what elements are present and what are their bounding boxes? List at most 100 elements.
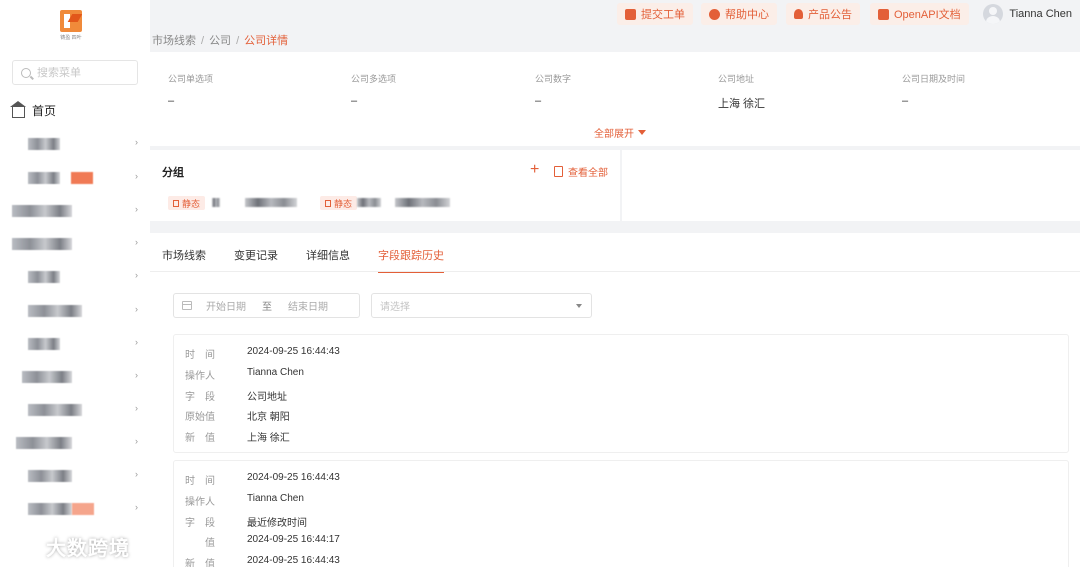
field-select[interactable]: 请选择: [371, 293, 592, 318]
watermark-logo-icon: [8, 535, 38, 558]
info-field: 公司数字 –: [535, 72, 571, 107]
chevron-right-icon: ›: [135, 137, 138, 147]
help-center-button[interactable]: 帮助中心: [701, 3, 777, 25]
search-icon: [21, 67, 31, 78]
record-value: 2024-09-25 16:44:43: [247, 472, 340, 483]
openapi-docs-button[interactable]: OpenAPI文档: [870, 3, 969, 25]
blurred-label: [28, 305, 82, 317]
history-record: 时 间 2024-09-25 16:44:43 操作人 Tianna Chen 字 …: [173, 334, 1069, 453]
chevron-right-icon: ›: [135, 204, 138, 214]
tab-field-history[interactable]: 字段跟踪历史: [378, 247, 444, 273]
sidebar-item[interactable]: ›: [12, 500, 140, 518]
tag-label: 静态: [182, 198, 201, 209]
sidebar-item[interactable]: ›: [12, 135, 140, 153]
badge: [71, 172, 93, 184]
tab-change-log[interactable]: 变更记录: [234, 247, 278, 273]
button-label: OpenAPI文档: [894, 9, 961, 21]
record-value: Tianna Chen: [247, 367, 304, 378]
sidebar: 铸盈 四叶 首页 › › › › › › › › › › › ›: [0, 0, 150, 567]
record-row: 时 间 2024-09-25 16:44:43: [185, 472, 340, 487]
record-value: Tianna Chen: [247, 493, 304, 504]
detail-panel: 市场线索 变更记录 详细信息 字段跟踪历史 开始日期 至 结束日期 请选择 时 …: [150, 233, 1080, 567]
record-row: 新 值 上海 徐汇: [185, 429, 290, 444]
help-icon: [709, 8, 720, 20]
chevron-right-icon: ›: [135, 403, 138, 413]
field-label: 公司日期及时间: [902, 74, 966, 84]
menu-search[interactable]: [12, 60, 138, 85]
sidebar-item[interactable]: ›: [12, 467, 140, 485]
history-record: 时 间 2024-09-25 16:44:43 操作人 Tianna Chen 字 …: [173, 460, 1069, 567]
info-field: 公司日期及时间 –: [902, 72, 965, 107]
select-placeholder: 请选择: [380, 302, 410, 313]
document-icon: [878, 8, 889, 20]
sidebar-item[interactable]: ›: [12, 302, 140, 320]
button-label: 产品公告: [808, 9, 852, 21]
chevron-right-icon: ›: [135, 237, 138, 247]
menu-search-input[interactable]: [37, 66, 127, 79]
submit-ticket-button[interactable]: 提交工单: [617, 3, 693, 25]
field-value: 上海 徐汇: [718, 98, 766, 110]
expand-all-button[interactable]: 全部展开: [594, 125, 646, 140]
user-menu[interactable]: Tianna Chen: [983, 4, 1072, 24]
announcement-button[interactable]: 产品公告: [786, 3, 860, 25]
record-row: 字 段 最近修改时间: [185, 514, 307, 529]
blurred-label: [12, 205, 72, 217]
bell-icon: [794, 9, 803, 19]
expand-label: 全部展开: [594, 129, 634, 140]
sidebar-item[interactable]: ›: [12, 335, 140, 353]
breadcrumb-current: 公司详情: [244, 35, 289, 47]
start-date-placeholder[interactable]: 开始日期: [206, 298, 246, 313]
sidebar-item[interactable]: ›: [12, 368, 140, 386]
field-value: –: [168, 95, 175, 107]
breadcrumb-separator: /: [236, 35, 240, 47]
tag-label: 静态: [334, 198, 353, 209]
sidebar-item-label: 首页: [32, 104, 57, 118]
blurred-label: [28, 338, 60, 350]
blurred-label: [28, 404, 82, 416]
watermark: 大数跨境: [8, 532, 130, 561]
blurred-group-name: [245, 198, 297, 207]
tag-icon: [325, 199, 331, 207]
logo[interactable]: 铸盈 四叶: [58, 10, 84, 41]
caret-down-icon: [638, 130, 646, 135]
sidebar-item[interactable]: ›: [12, 202, 140, 220]
sidebar-item[interactable]: ›: [12, 434, 140, 452]
field-value: –: [351, 95, 358, 107]
sidebar-item[interactable]: ›: [12, 235, 140, 253]
add-group-button[interactable]: +: [530, 161, 539, 179]
blurred-label: [12, 238, 72, 250]
sidebar-item[interactable]: ›: [12, 401, 140, 419]
blurred-label: [28, 172, 60, 184]
sidebar-item[interactable]: ›: [12, 268, 140, 286]
badge: [72, 503, 94, 515]
top-bar: 提交工单 帮助中心 产品公告 OpenAPI文档 Tianna Chen: [150, 0, 1080, 30]
field-value: –: [902, 95, 909, 107]
button-label: 帮助中心: [725, 9, 769, 21]
chevron-right-icon: ›: [135, 469, 138, 479]
breadcrumb-item[interactable]: 市场线索: [152, 35, 196, 47]
chevron-right-icon: ›: [135, 304, 138, 314]
blurred-label: [28, 503, 72, 515]
blurred-label: [22, 371, 72, 383]
record-value: 2024-09-25 16:44:43: [247, 555, 340, 566]
breadcrumb-item[interactable]: 公司: [209, 35, 231, 47]
view-all-button[interactable]: 查看全部: [554, 164, 608, 179]
blurred-group-name: [395, 198, 450, 207]
sidebar-item-home[interactable]: 首页: [10, 101, 57, 119]
tab-details[interactable]: 详细信息: [306, 247, 350, 273]
chevron-right-icon: ›: [135, 337, 138, 347]
document-icon: [554, 166, 563, 177]
end-date-placeholder[interactable]: 结束日期: [288, 298, 328, 313]
record-value: 北京 朝阳: [247, 412, 290, 423]
chevron-right-icon: ›: [135, 171, 138, 181]
group-card: 分组 + 查看全部 静态 静态: [150, 150, 620, 221]
watermark-text: 大数跨境: [46, 538, 130, 560]
record-row: 字 段 公司地址: [185, 388, 287, 403]
blurred-label: [28, 470, 72, 482]
field-label: 公司单选项: [168, 74, 214, 84]
sidebar-item[interactable]: ›: [12, 169, 140, 187]
tab-leads[interactable]: 市场线索: [162, 247, 206, 273]
record-value: 2024-09-25 16:44:43: [247, 346, 340, 357]
divider: [150, 271, 1080, 272]
date-range-picker[interactable]: 开始日期 至 结束日期: [173, 293, 360, 318]
